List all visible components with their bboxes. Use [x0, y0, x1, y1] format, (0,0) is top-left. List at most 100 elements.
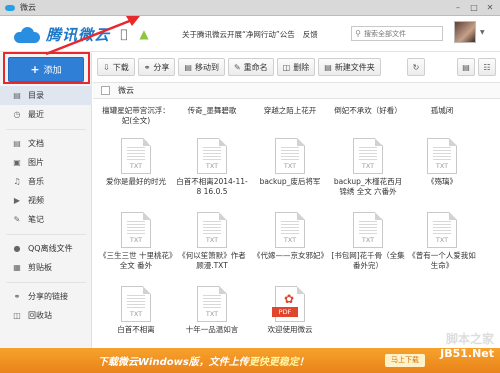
sidebar-item-shared-links[interactable]: ⚭ 分享的链接 [0, 287, 92, 306]
file-item[interactable]: TXT 十年一品温如言 [175, 286, 249, 345]
sidebar-item-notes[interactable]: ✎ 笔记 [0, 210, 92, 229]
watermark-line2: JB51.Net [440, 347, 494, 360]
annotation-arrow [45, 16, 140, 56]
file-item[interactable]: TXT 爱你是最好的时光 [99, 138, 173, 197]
toolbar: ⇩ 下载 ⚭ 分享 ▤ 移动到 ✎ 重命名 ◫ 删除 ▤ 新建文件夹 ↻ ▤ ☷ [93, 56, 500, 78]
txt-file-icon: TXT [275, 138, 305, 174]
sidebar-item-directory[interactable]: ▤ 目录 [0, 86, 92, 105]
share-button[interactable]: ⚭ 分享 [137, 58, 176, 76]
file-item[interactable]: TXT 《三生三世 十里桃花》全文 番外 [99, 212, 173, 271]
txt-file-icon: TXT [121, 138, 151, 174]
rename-button[interactable]: ✎ 重命名 [227, 58, 274, 76]
file-item[interactable]: TXT [书包网]花千骨（全集 番外完） [331, 212, 405, 271]
rename-label: 重命名 [243, 62, 268, 72]
note-icon: ✎ [13, 214, 21, 224]
divider [6, 124, 86, 130]
grid-view-button[interactable]: ☷ [478, 58, 496, 76]
file-item[interactable]: 檀罐星妃带宫沉浮：妃(全文) [99, 106, 173, 126]
file-name: 《殇璃》 [427, 177, 457, 186]
share-link-icon: ⚭ [13, 291, 21, 301]
file-grid: 檀罐星妃带宫沉浮：妃(全文) 传奇_墨舞碧歌 穿越之陌上花开 倒妃不承欢（好看）… [93, 100, 493, 350]
sidebar-item-label: 剪贴板 [28, 263, 52, 272]
download-button[interactable]: ⇩ 下载 [97, 58, 135, 76]
move-button[interactable]: ▤ 移动到 [178, 58, 225, 76]
refresh-button[interactable]: ↻ [407, 58, 425, 76]
file-name: 《何以笙箫默》作者 顾漫.TXT [178, 251, 246, 270]
feedback-link[interactable]: 反馈 [303, 29, 318, 40]
video-icon: ▶ [13, 195, 21, 205]
share-label: 分享 [153, 62, 170, 72]
folder-icon: ▤ [13, 90, 21, 100]
sidebar-nav: ▤ 目录 ◷ 最近 ▤ 文档 ▣ 图片 ♫ 音乐 ▶ 视频 ✎ 笔记 ● QQ离… [0, 86, 92, 325]
sidebar-item-music[interactable]: ♫ 音乐 [0, 172, 92, 191]
select-all-checkbox[interactable] [101, 86, 110, 95]
file-item[interactable]: 传奇_墨舞碧歌 [175, 106, 249, 116]
file-item[interactable]: 倒妃不承欢（好看） [331, 106, 405, 116]
txt-file-icon: TXT [121, 212, 151, 248]
new-folder-label: 新建文件夹 [334, 62, 375, 72]
file-name: [书包网]花千骨（全集 番外完） [331, 251, 405, 270]
file-item[interactable]: TXT backup_木槿花西月锦绣 全文 六番外 [331, 138, 405, 197]
grid-view-icon: ☷ [483, 62, 491, 72]
delete-button[interactable]: ◫ 删除 [276, 58, 316, 76]
sidebar-item-label: 目录 [28, 91, 44, 100]
file-item[interactable]: ✿ PDF 欢迎使用微云 [253, 286, 327, 345]
file-item[interactable]: 穿越之陌上花开 [253, 106, 327, 116]
sidebar-item-label: 分享的链接 [28, 292, 68, 301]
search-input[interactable] [364, 29, 440, 38]
sidebar-item-trash[interactable]: ◫ 回收站 [0, 306, 92, 325]
download-now-button[interactable]: 马上下载 [385, 354, 425, 367]
sidebar-item-label: QQ离线文件 [28, 244, 73, 253]
search-box[interactable]: ⚲ [351, 26, 443, 41]
watermark: 脚本之家 JB51.Net [440, 330, 494, 360]
txt-file-icon: TXT [353, 138, 383, 174]
sidebar-item-qq-offline[interactable]: ● QQ离线文件 [0, 239, 92, 258]
file-item[interactable]: TXT 白首不相离2014-11-8 16.0.5 [175, 138, 249, 197]
music-icon: ♫ [13, 176, 21, 186]
sidebar-item-label: 最近 [28, 110, 44, 119]
chevron-down-icon[interactable]: ▼ [480, 29, 485, 36]
window-title: 微云 [20, 3, 36, 12]
announcement-link[interactable]: 关于腾讯微云开展“净网行动”公告 [182, 29, 295, 40]
list-view-button[interactable]: ▤ [457, 58, 475, 76]
sidebar-item-label: 笔记 [28, 215, 44, 224]
file-name: 《曾有一个人爱我如生命》 [408, 251, 476, 270]
file-name: 欢迎使用微云 [267, 325, 313, 334]
file-item[interactable]: TXT 《何以笙箫默》作者 顾漫.TXT [175, 212, 249, 271]
txt-file-icon: TXT [353, 212, 383, 248]
sidebar-item-video[interactable]: ▶ 视频 [0, 191, 92, 210]
move-icon: ▤ [184, 62, 192, 72]
trash-icon: ◫ [282, 62, 291, 72]
file-item[interactable]: TXT 白首不相离 [99, 286, 173, 345]
file-item[interactable]: 孤城闭 [405, 106, 479, 116]
sidebar-item-images[interactable]: ▣ 图片 [0, 153, 92, 172]
file-name: 爱你是最好的时光 [106, 177, 166, 186]
file-item[interactable]: TXT 《曾有一个人爱我如生命》 [405, 212, 479, 271]
file-name: 《代嫁——京女邪妃》 [253, 251, 327, 260]
user-avatar[interactable] [454, 21, 476, 43]
breadcrumb: 微云 [93, 82, 500, 99]
sidebar-item-clipboard[interactable]: ▦ 剪贴板 [0, 258, 92, 277]
file-name: 十年一品温如言 [185, 325, 239, 334]
weiyun-cloud-icon [4, 2, 16, 14]
move-label: 移动到 [194, 62, 219, 72]
maximize-button[interactable]: □ [468, 2, 480, 14]
sidebar-item-recent[interactable]: ◷ 最近 [0, 105, 92, 124]
file-item[interactable]: TXT 《代嫁——京女邪妃》 [253, 212, 327, 271]
breadcrumb-current[interactable]: 微云 [118, 85, 134, 96]
search-icon: ⚲ [355, 29, 361, 38]
file-item[interactable]: TXT backup_废后将军 [253, 138, 327, 197]
minimize-button[interactable]: – [452, 2, 464, 14]
new-folder-icon: ▤ [324, 62, 332, 72]
qq-icon: ● [13, 243, 21, 253]
new-folder-button[interactable]: ▤ 新建文件夹 [318, 58, 381, 76]
txt-file-icon: TXT [197, 212, 227, 248]
download-label: 下载 [112, 62, 129, 72]
view-switcher: ▤ ☷ [457, 58, 496, 76]
window-controls: – □ ✕ [452, 2, 496, 14]
sidebar-item-documents[interactable]: ▤ 文档 [0, 134, 92, 153]
close-button[interactable]: ✕ [484, 2, 496, 14]
file-name: 穿越之陌上花开 [263, 106, 317, 115]
txt-file-icon: TXT [121, 286, 151, 322]
file-item[interactable]: TXT 《殇璃》 [405, 138, 479, 197]
